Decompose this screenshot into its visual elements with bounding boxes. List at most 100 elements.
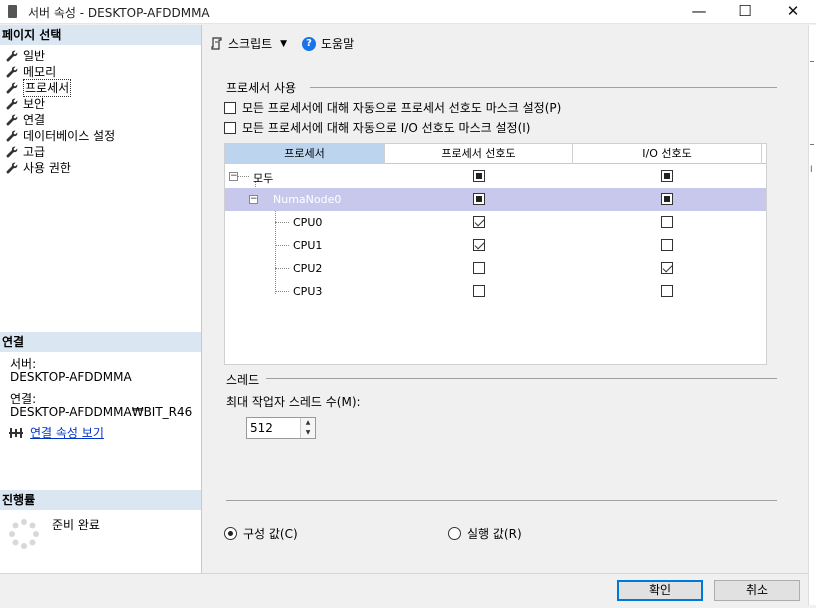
processor-affinity-checkbox[interactable] <box>473 285 485 297</box>
window-title: 서버 속성 - DESKTOP-AFDDMMA <box>28 6 210 20</box>
running-values-option[interactable]: 실행 값(R) <box>448 525 522 542</box>
dropdown-arrow-icon[interactable]: ▼ <box>280 39 287 49</box>
server-value: DESKTOP-AFDDMMA <box>10 370 132 384</box>
left-panel: 페이지 선택 일반 메모리 프로세서 보안 연결 데이터베이스 설정 고급 사용… <box>0 25 202 573</box>
grid-row-all[interactable]: − 모두 <box>225 165 766 188</box>
view-connection-properties[interactable]: 연결 속성 보기 <box>8 424 104 441</box>
title-bar: 서버 속성 - DESKTOP-AFDDMMA — ☐ ✕ <box>0 0 816 24</box>
wrench-icon <box>6 130 18 142</box>
wrench-icon <box>6 82 18 94</box>
page-item-connections[interactable]: 연결 <box>0 112 201 128</box>
auto-io-affinity-label: 모든 프로세서에 대해 자동으로 I/O 선호도 마스크 설정(I) <box>242 121 531 135</box>
grid-row-cpu0[interactable]: CPU0 <box>225 211 766 234</box>
toolbar: 스크립트 ▼ ? 도움말 <box>202 25 808 61</box>
progress-spinner-icon <box>9 519 39 549</box>
connection-header: 연결 <box>0 332 201 352</box>
spinner-arrows[interactable]: ▲ ▼ <box>300 418 315 438</box>
script-button[interactable]: 스크립트 ▼ <box>210 35 287 52</box>
right-scrollbar[interactable]: I <box>808 25 816 605</box>
io-affinity-checkbox[interactable] <box>661 239 673 251</box>
row-name: 모두 <box>253 172 274 185</box>
grid-row-cpu3[interactable]: CPU3 <box>225 280 766 303</box>
row-name: NumaNode0 <box>273 193 342 206</box>
grid-header: 프로세서 프로세서 선호도 I/O 선호도 <box>225 144 766 164</box>
help-icon: ? <box>302 36 316 51</box>
wrench-icon <box>6 66 18 78</box>
page-label: 고급 <box>23 145 46 159</box>
auto-io-affinity-checkbox[interactable] <box>224 121 236 134</box>
io-affinity-checkbox[interactable] <box>661 170 673 182</box>
page-label: 보안 <box>23 97 46 111</box>
server-icon <box>8 5 17 18</box>
column-header-io-affinity[interactable]: I/O 선호도 <box>573 144 762 164</box>
network-icon <box>9 427 23 438</box>
auto-io-affinity-option[interactable]: 모든 프로세서에 대해 자동으로 I/O 선호도 마스크 설정(I) <box>224 119 530 136</box>
io-affinity-checkbox[interactable] <box>661 285 673 297</box>
section-divider <box>266 378 777 379</box>
grid-row-cpu1[interactable]: CPU1 <box>225 234 766 257</box>
view-connection-link[interactable]: 연결 속성 보기 <box>30 424 104 441</box>
page-label: 연결 <box>23 113 46 127</box>
page-item-database-settings[interactable]: 데이터베이스 설정 <box>0 128 201 144</box>
io-affinity-checkbox[interactable] <box>661 216 673 228</box>
max-worker-threads-value[interactable]: 512 <box>250 421 273 435</box>
processor-affinity-checkbox[interactable] <box>473 193 485 205</box>
minimize-button[interactable]: — <box>676 0 722 24</box>
page-label: 일반 <box>23 49 46 63</box>
processor-affinity-checkbox[interactable] <box>473 216 485 228</box>
grid-row-cpu2[interactable]: CPU2 <box>225 257 766 280</box>
wrench-icon <box>6 114 18 126</box>
progress-header: 진행률 <box>0 490 201 510</box>
page-item-general[interactable]: 일반 <box>0 48 201 64</box>
column-header-processor-affinity[interactable]: 프로세서 선호도 <box>385 144 573 164</box>
configured-values-option[interactable]: 구성 값(C) <box>224 525 298 542</box>
page-label: 사용 권한 <box>23 161 71 175</box>
script-label: 스크립트 <box>228 37 273 51</box>
page-item-permissions[interactable]: 사용 권한 <box>0 160 201 176</box>
collapse-icon[interactable]: − <box>249 195 258 204</box>
max-worker-threads-label: 최대 작업자 스레드 수(M): <box>226 395 361 409</box>
connection-value: DESKTOP-AFDDMMA₩BIT_R46 <box>10 405 193 419</box>
grid-row-numanode0[interactable]: − NumaNode0 <box>225 188 766 211</box>
running-values-radio[interactable] <box>448 527 461 540</box>
auto-processor-affinity-option[interactable]: 모든 프로세서에 대해 자동으로 프로세서 선호도 마스크 설정(P) <box>224 99 561 116</box>
configured-values-radio[interactable] <box>224 527 237 540</box>
dialog-footer: 확인 취소 <box>0 573 808 608</box>
page-item-security[interactable]: 보안 <box>0 96 201 112</box>
configured-values-label: 구성 값(C) <box>243 527 298 541</box>
io-affinity-checkbox[interactable] <box>661 262 673 274</box>
help-label: 도움말 <box>321 37 355 51</box>
row-name: CPU3 <box>293 285 323 298</box>
spinner-down-icon[interactable]: ▼ <box>301 428 315 438</box>
processor-affinity-checkbox[interactable] <box>473 239 485 251</box>
page-item-processor[interactable]: 프로세서 <box>0 79 201 97</box>
row-name: CPU1 <box>293 239 323 252</box>
io-affinity-checkbox[interactable] <box>661 193 673 205</box>
page-label: 데이터베이스 설정 <box>23 129 116 143</box>
page-item-advanced[interactable]: 고급 <box>0 144 201 160</box>
page-list: 일반 메모리 프로세서 보안 연결 데이터베이스 설정 고급 사용 권한 <box>0 45 201 176</box>
threads-section-title: 스레드 <box>226 373 260 387</box>
section-divider <box>226 500 777 501</box>
max-worker-threads-spinner[interactable]: 512 ▲ ▼ <box>246 417 316 439</box>
processor-affinity-checkbox[interactable] <box>473 262 485 274</box>
column-header-processor[interactable]: 프로세서 <box>225 144 385 164</box>
processor-page: 프로세서 사용 모든 프로세서에 대해 자동으로 프로세서 선호도 마스크 설정… <box>202 61 808 573</box>
maximize-button[interactable]: ☐ <box>722 0 768 24</box>
collapse-icon[interactable]: − <box>229 172 238 181</box>
page-item-memory[interactable]: 메모리 <box>0 64 201 80</box>
connection-info: 서버: DESKTOP-AFDDMMA 연결: DESKTOP-AFDDMMA₩… <box>10 358 192 419</box>
wrench-icon <box>6 98 18 110</box>
close-button[interactable]: ✕ <box>770 0 816 24</box>
spinner-up-icon[interactable]: ▲ <box>301 418 315 428</box>
cancel-button[interactable]: 취소 <box>714 580 800 601</box>
help-button[interactable]: ? 도움말 <box>302 35 354 52</box>
ok-button[interactable]: 확인 <box>617 580 703 601</box>
page-label: 메모리 <box>23 65 57 79</box>
wrench-icon <box>6 146 18 158</box>
progress-status: 준비 완료 <box>52 518 100 532</box>
auto-processor-affinity-checkbox[interactable] <box>224 101 236 114</box>
processor-affinity-checkbox[interactable] <box>473 170 485 182</box>
processor-section-title: 프로세서 사용 <box>226 81 297 95</box>
section-divider <box>310 87 777 88</box>
